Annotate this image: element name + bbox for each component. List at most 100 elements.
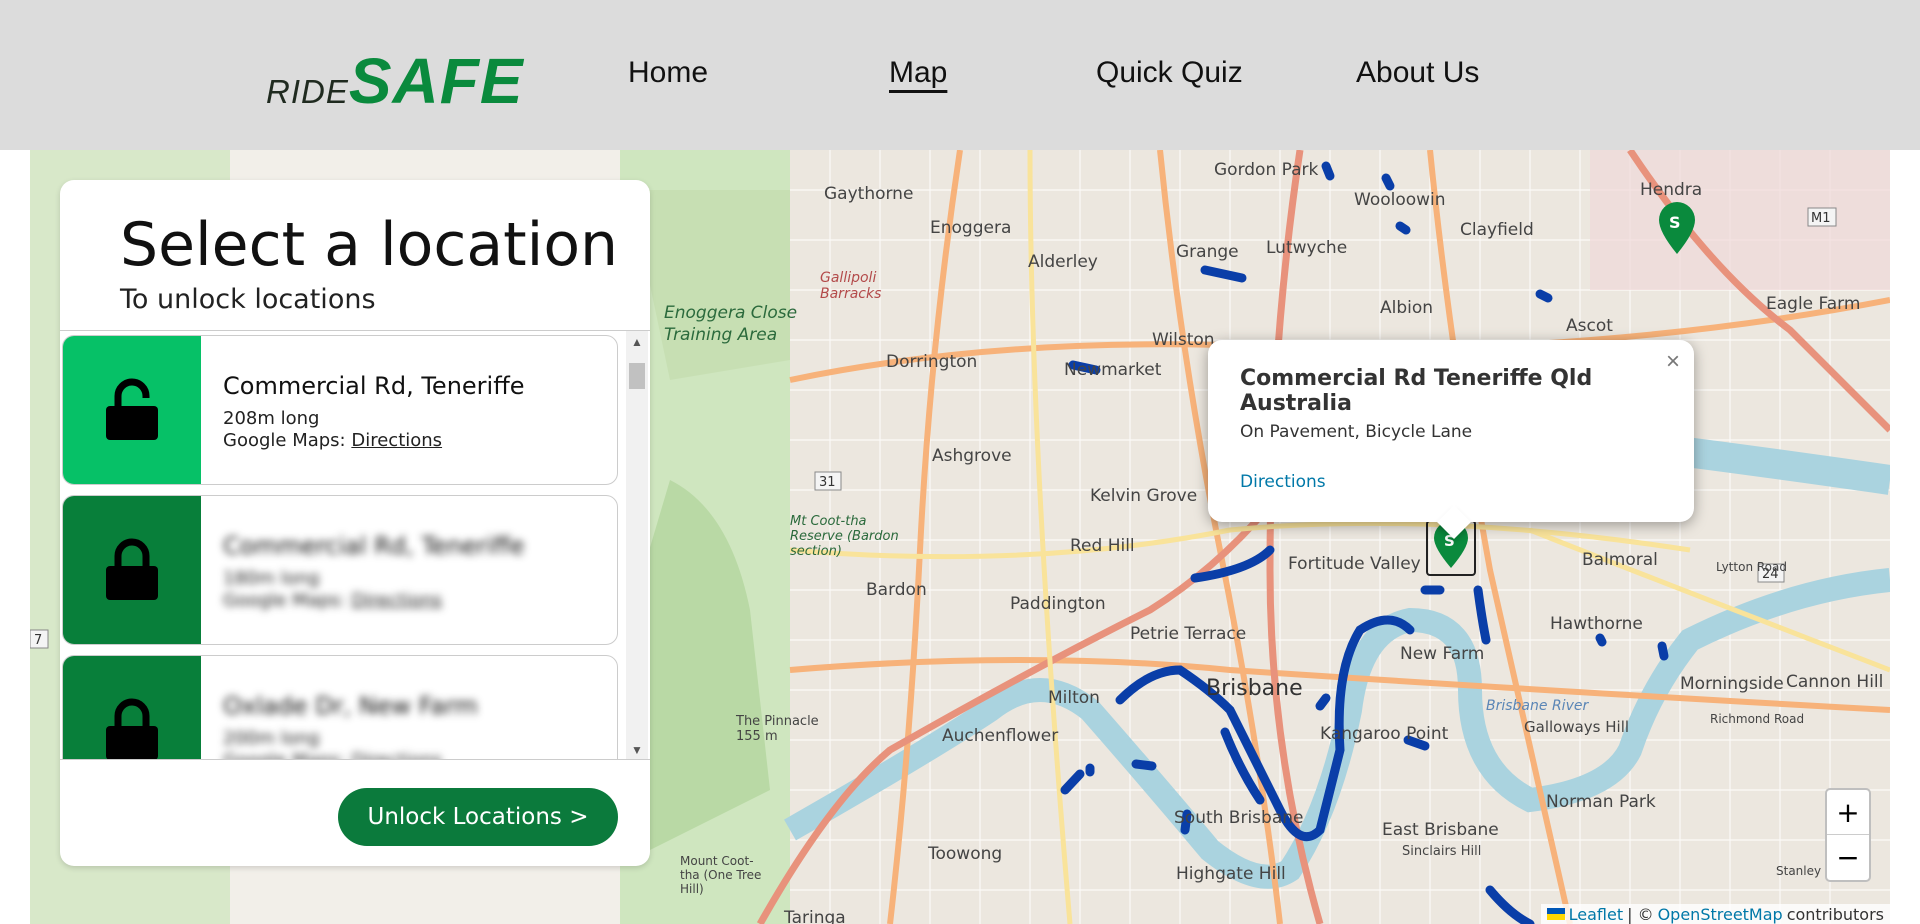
location-marker-hendra[interactable]: S — [1656, 200, 1698, 256]
scroll-up-arrow-icon[interactable]: ▲ — [631, 335, 643, 349]
nav-about-us[interactable]: About Us — [1356, 56, 1479, 90]
popup-title: Commercial Rd Teneriffe Qld Australia — [1240, 366, 1593, 416]
location-card[interactable]: Oxlade Dr, New Farm 200m long Google Map… — [62, 655, 618, 759]
directions-link[interactable]: Directions — [351, 430, 442, 451]
location-name: Oxlade Dr, New Farm — [223, 692, 478, 720]
map-label-toowong: Toowong — [928, 844, 1003, 864]
map-label-grange: Grange — [1176, 242, 1239, 262]
map-attribution: Leaflet | © OpenStreetMap contributors — [1540, 904, 1890, 924]
map-label-enoggera-close-training-area: Enoggera Close Training Area — [664, 303, 798, 345]
location-card[interactable]: Commercial Rd, Teneriffe 180m long Googl… — [62, 495, 618, 645]
location-card[interactable]: Commercial Rd, Teneriffe 208m long Googl… — [62, 335, 618, 485]
google-maps-line: Google Maps: Directions — [223, 750, 442, 759]
location-name: Commercial Rd, Teneriffe — [223, 532, 525, 560]
location-length: 208m long — [223, 408, 320, 429]
osm-link[interactable]: OpenStreetMap — [1658, 905, 1783, 924]
google-maps-prefix: Google Maps: — [223, 750, 346, 759]
map-label-sinclairs-hill: Sinclairs Hill — [1402, 844, 1482, 859]
zoom-control: + − — [1825, 788, 1871, 882]
ridesafe-logo[interactable]: RIDE SAFE — [266, 44, 524, 117]
location-list[interactable]: Commercial Rd, Teneriffe 208m long Googl… — [60, 330, 650, 760]
map-label-east-brisbane: East Brisbane — [1382, 820, 1499, 840]
map-label-brisbane-river: Brisbane River — [1486, 698, 1589, 714]
map-label-cannon-hill: Cannon Hill — [1786, 672, 1884, 692]
nav-home[interactable]: Home — [628, 56, 708, 90]
nav-map[interactable]: Map — [889, 56, 947, 90]
map-label-highgate-hill: Highgate Hill — [1176, 864, 1286, 884]
location-length: 200m long — [223, 728, 320, 749]
map-label-morningside: Morningside — [1680, 674, 1784, 694]
map-label-albion: Albion — [1380, 298, 1434, 318]
map-label-galloways-hill: Galloways Hill — [1524, 718, 1630, 736]
map-label-eagle-farm: Eagle Farm — [1766, 294, 1861, 314]
map-label-ascot: Ascot — [1566, 316, 1613, 336]
google-maps-line: Google Maps: Directions — [223, 590, 442, 611]
attribution-contributors: contributors — [1786, 904, 1884, 924]
map-label-kelvin-grove: Kelvin Grove — [1090, 486, 1198, 506]
panel-subtitle: To unlock locations — [120, 284, 376, 315]
map-label-dorrington: Dorrington — [886, 352, 978, 372]
location-length: 180m long — [223, 568, 320, 589]
location-popup: Commercial Rd Teneriffe Qld Australia On… — [1208, 340, 1694, 539]
map-label-the-pinnacle: The Pinnacle 155 m — [736, 714, 819, 744]
map-label-brisbane: Brisbane — [1206, 676, 1303, 701]
logo-safe-text: SAFE — [348, 45, 524, 117]
map-label-wilston: Wilston — [1152, 330, 1215, 350]
map-label-alderley: Alderley — [1028, 252, 1098, 272]
directions-link: Directions — [351, 590, 443, 611]
header: RIDE SAFE Home Map Quick Quiz About Us — [0, 0, 1920, 150]
locked-lock-icon — [63, 496, 201, 644]
location-name: Commercial Rd, Teneriffe — [223, 372, 525, 400]
ukraine-flag-icon — [1546, 908, 1565, 920]
map-label-richmond-road: Richmond Road — [1710, 712, 1805, 726]
directions-link: Directions — [351, 750, 442, 759]
zoom-in-button[interactable]: + — [1827, 790, 1869, 835]
location-panel: Select a location To unlock locations Co… — [60, 180, 650, 866]
map-label-new-farm: New Farm — [1400, 644, 1485, 664]
map-label-gallipoli-barracks: Gallipoli Barracks — [820, 270, 882, 302]
map-label-lutwyche: Lutwyche — [1266, 238, 1348, 258]
map-label-mount-coot-tha: Mount Coot-tha (One Tree Hill) — [680, 854, 762, 896]
nav-quick-quiz[interactable]: Quick Quiz — [1096, 56, 1243, 90]
map-label-taringa: Taringa — [784, 908, 846, 924]
shield-31: 31 — [819, 475, 836, 490]
map-label-wooloowin: Wooloowin — [1354, 190, 1446, 210]
svg-text:S: S — [1669, 213, 1681, 232]
map-label-balmoral: Balmoral — [1582, 550, 1658, 570]
map-label-gordon-park: Gordon Park — [1214, 160, 1319, 180]
map-label-red-hill: Red Hill — [1070, 536, 1135, 556]
map-label-mt-coot-tha-reserve: Mt Coot-tha Reserve (Bardon section) — [790, 514, 899, 559]
map-label-hawthorne: Hawthorne — [1550, 614, 1643, 634]
map-label-norman-park: Norman Park — [1546, 792, 1656, 812]
map-label-fortitude-valley: Fortitude Valley — [1288, 554, 1421, 574]
map-label-hendra: Hendra — [1640, 180, 1703, 200]
map-label-lytton-road: Lytton Road — [1716, 560, 1787, 574]
map-label-south-brisbane: South Brisbane — [1174, 808, 1304, 828]
scroll-down-arrow-icon[interactable]: ▼ — [631, 743, 643, 757]
popup-description: On Pavement, Bicycle Lane — [1240, 422, 1473, 442]
map-label-bardon: Bardon — [866, 580, 927, 600]
unlock-locations-button[interactable]: Unlock Locations > — [338, 788, 618, 846]
google-maps-prefix: Google Maps: — [223, 430, 346, 451]
popup-close-button[interactable]: × — [1666, 348, 1680, 376]
panel-title: Select a location — [120, 210, 619, 280]
map-label-newmarket: Newmarket — [1064, 360, 1162, 380]
map-label-paddington: Paddington — [1010, 594, 1106, 614]
svg-text:7: 7 — [34, 633, 42, 648]
zoom-out-button[interactable]: − — [1827, 835, 1869, 880]
scrollbar-thumb[interactable] — [629, 363, 645, 389]
popup-directions-link[interactable]: Directions — [1240, 472, 1326, 492]
map-label-milton: Milton — [1048, 688, 1100, 708]
map-label-auchenflower: Auchenflower — [942, 726, 1059, 746]
google-maps-line: Google Maps: Directions — [223, 430, 442, 451]
map-label-kangaroo-point: Kangaroo Point — [1320, 724, 1449, 744]
map-label-gaythorne: Gaythorne — [824, 184, 914, 204]
map-label-ashgrove: Ashgrove — [932, 446, 1012, 466]
map-label-clayfield: Clayfield — [1460, 220, 1534, 240]
map-label-enoggera: Enoggera — [930, 218, 1012, 238]
locked-lock-icon — [63, 656, 201, 759]
attribution-separator: | © — [1627, 904, 1654, 924]
list-scrollbar[interactable]: ▲ ▼ — [626, 331, 648, 759]
leaflet-link[interactable]: Leaflet — [1569, 905, 1623, 924]
svg-text:M1: M1 — [1811, 211, 1831, 226]
